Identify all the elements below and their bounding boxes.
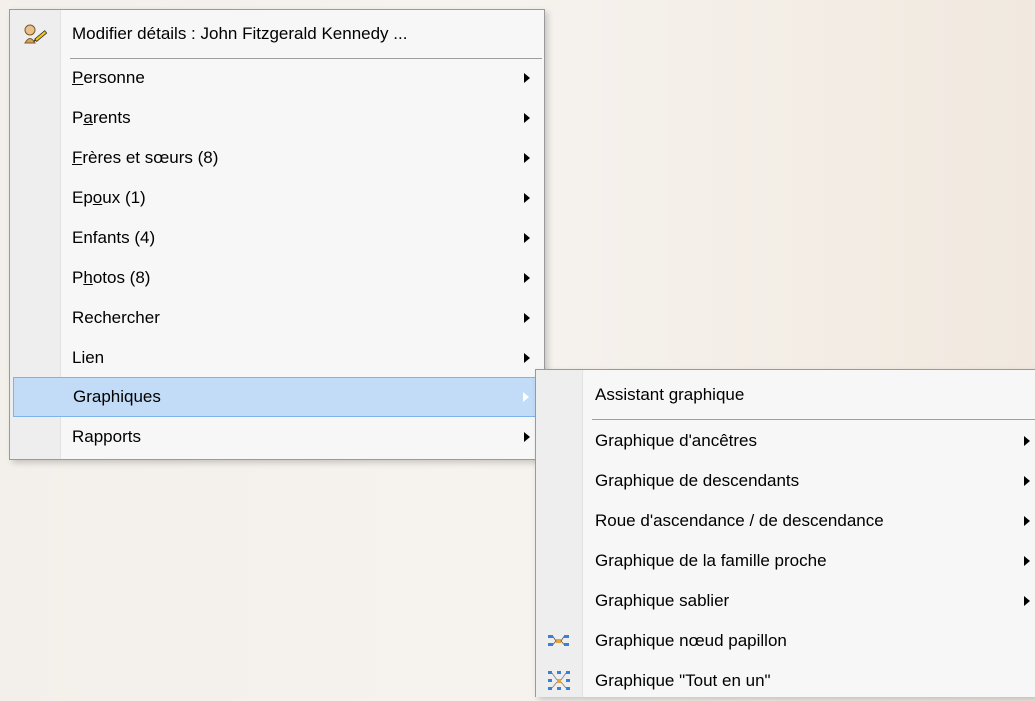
submenu-arrow-icon xyxy=(524,313,530,323)
menu-item-label: Lien xyxy=(72,348,105,367)
menu-item-label: Roue d'ascendance / de descendance xyxy=(595,511,884,530)
menu-item-freres-soeurs[interactable]: Frères et sœurs (8) xyxy=(10,138,544,178)
menu-item-label: Graphique "Tout en un" xyxy=(595,671,771,690)
menu-item-lien[interactable]: Lien xyxy=(10,338,544,378)
all-in-one-chart-icon xyxy=(546,668,572,694)
menu-item-parents[interactable]: Parents xyxy=(10,98,544,138)
menu-item-label: Personne xyxy=(72,68,145,87)
menu-item-graphiques[interactable]: Graphiques xyxy=(13,377,541,417)
menu-item-photos[interactable]: Photos (8) xyxy=(10,258,544,298)
menu-item-label: Enfants (4) xyxy=(72,228,156,247)
menu-item-label: Graphique de descendants xyxy=(595,471,800,490)
submenu-arrow-icon xyxy=(524,353,530,363)
menu-item-label: Rechercher xyxy=(72,308,160,327)
submenu-arrow-icon xyxy=(1024,516,1030,526)
submenu-arrow-icon xyxy=(524,73,530,83)
submenu-arrow-icon xyxy=(1024,476,1030,486)
submenu-arrow-icon xyxy=(524,273,530,283)
menu-item-label: Rapports xyxy=(72,427,141,446)
menu-item-assistant-graphique[interactable]: Assistant graphique xyxy=(536,375,1035,415)
menu-item-famille-proche[interactable]: Graphique de la famille proche xyxy=(536,541,1035,581)
bowtie-chart-icon xyxy=(546,628,572,654)
submenu-arrow-icon xyxy=(1024,436,1030,446)
menu-item-label: Graphique d'ancêtres xyxy=(595,431,758,450)
context-menu: Modifier détails : John Fitzgerald Kenne… xyxy=(9,9,545,460)
submenu-arrow-icon xyxy=(1024,556,1030,566)
menu-separator xyxy=(592,419,1035,420)
menu-item-graphique-ancetres[interactable]: Graphique d'ancêtres xyxy=(536,421,1035,461)
menu-item-label: Graphiques xyxy=(73,387,161,406)
submenu-arrow-icon xyxy=(523,392,529,402)
menu-item-personne[interactable]: Personne xyxy=(10,58,544,98)
menu-item-label: Modifier détails : John Fitzgerald Kenne… xyxy=(72,24,408,43)
submenu-arrow-icon xyxy=(1024,596,1030,606)
submenu-arrow-icon xyxy=(524,153,530,163)
menu-item-graphique-descendants[interactable]: Graphique de descendants xyxy=(536,461,1035,501)
submenu-arrow-icon xyxy=(524,193,530,203)
menu-item-graphique-sablier[interactable]: Graphique sablier xyxy=(536,581,1035,621)
submenu-arrow-icon xyxy=(524,233,530,243)
menu-item-roue-ascendance[interactable]: Roue d'ascendance / de descendance xyxy=(536,501,1035,541)
menu-item-rechercher[interactable]: Rechercher xyxy=(10,298,544,338)
menu-item-enfants[interactable]: Enfants (4) xyxy=(10,218,544,258)
menu-item-tout-en-un[interactable]: Graphique "Tout en un" xyxy=(536,661,1035,701)
submenu-arrow-icon xyxy=(524,113,530,123)
menu-item-label: Epoux (1) xyxy=(72,188,146,207)
menu-item-label: Parents xyxy=(72,108,131,127)
menu-item-label: Graphique de la famille proche xyxy=(595,551,827,570)
submenu-arrow-icon xyxy=(524,432,530,442)
menu-item-label: Graphique nœud papillon xyxy=(595,631,787,650)
menu-item-noeud-papillon[interactable]: Graphique nœud papillon xyxy=(536,621,1035,661)
person-edit-icon xyxy=(22,21,48,47)
menu-item-label: Photos (8) xyxy=(72,268,151,287)
menu-item-label: Graphique sablier xyxy=(595,591,730,610)
menu-item-edit-details[interactable]: Modifier détails : John Fitzgerald Kenne… xyxy=(10,14,544,54)
menu-item-epoux[interactable]: Epoux (1) xyxy=(10,178,544,218)
menu-item-label: Assistant graphique xyxy=(595,385,745,404)
menu-item-label: Frères et sœurs (8) xyxy=(72,148,219,167)
graphiques-submenu: Assistant graphique Graphique d'ancêtres… xyxy=(535,369,1035,697)
menu-item-rapports[interactable]: Rapports xyxy=(10,417,544,457)
